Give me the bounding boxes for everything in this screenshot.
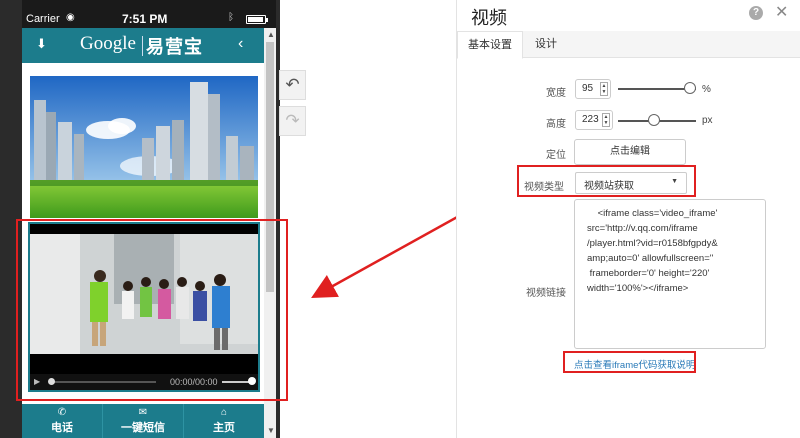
panel-tabs: 基本设置 设计 (457, 31, 800, 59)
stepper-arrows-icon[interactable]: ▲ ▼ (602, 113, 610, 127)
tab-design[interactable]: 设计 (525, 31, 567, 58)
position-label: 定位 (546, 150, 566, 161)
stepper-arrows-icon[interactable]: ▲ ▼ (600, 82, 608, 96)
tab-basic-settings[interactable]: 基本设置 (457, 31, 523, 59)
video-link-label: 视频链接 (526, 288, 566, 299)
height-value: 223 (582, 114, 599, 125)
width-unit: % (702, 84, 711, 95)
close-icon[interactable]: ✕ (775, 2, 788, 22)
height-unit: px (702, 115, 713, 126)
height-stepper[interactable]: 223 ▲ ▼ (575, 110, 613, 130)
help-link-highlight-box (563, 351, 696, 373)
width-stepper[interactable]: 95 ▲ ▼ (575, 79, 611, 99)
width-value: 95 (582, 83, 594, 94)
tab-basic-settings-label: 基本设置 (468, 39, 512, 51)
height-slider-knob[interactable] (648, 114, 660, 126)
video-type-highlight-box (517, 165, 696, 197)
height-label: 高度 (546, 119, 566, 130)
panel-title: 视频 (471, 8, 507, 28)
help-icon[interactable]: ? (749, 6, 763, 20)
width-label: 宽度 (546, 88, 566, 99)
video-link-textarea[interactable]: <iframe class='video_iframe' src='http:/… (574, 199, 766, 349)
tab-design-label: 设计 (535, 38, 557, 50)
edit-position-button[interactable]: 点击编辑 (574, 139, 686, 165)
width-slider-knob[interactable] (684, 82, 696, 94)
